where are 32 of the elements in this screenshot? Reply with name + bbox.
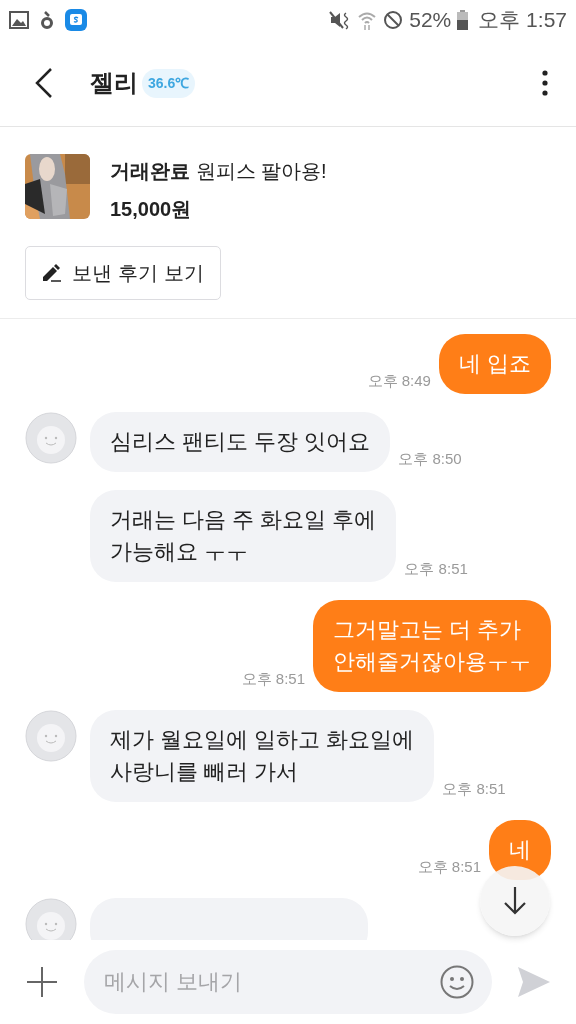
sent-message: 그거말고는 더 추가 안해줄거잖아용ㅜㅜ	[313, 600, 551, 692]
sent-message: 네 입죠	[438, 334, 551, 394]
arrow-down-icon	[503, 887, 527, 915]
do-not-disturb-icon	[383, 10, 404, 30]
received-message: 거래는 다음 주 화요일 후에 가능해요 ㅜㅜ	[90, 490, 397, 582]
emoji-icon[interactable]	[440, 965, 474, 999]
chat-app-icon	[65, 9, 87, 31]
clock: 오후 1:57	[478, 7, 567, 34]
back-icon[interactable]	[35, 68, 53, 98]
message-input[interactable]: 메시지 보내기	[84, 950, 492, 1014]
product-title: 거래완료 원피스 팔아용!	[110, 159, 327, 184]
message-time: 오후 8:49	[367, 370, 431, 391]
battery-icon	[457, 10, 469, 30]
message-time: 오후 8:50	[398, 448, 462, 469]
message-time: 오후 8:51	[241, 668, 305, 689]
temperature-badge: 36.6℃	[142, 68, 196, 98]
message-time: 오후 8:51	[442, 778, 506, 799]
chat-partner-name: 젤리	[90, 68, 138, 98]
wifi-icon	[357, 10, 378, 30]
app-icon	[41, 10, 53, 30]
pencil-icon	[42, 264, 63, 282]
received-message: 심리스 팬티도 두장 잇어요	[90, 412, 391, 472]
message-time: 오후 8:51	[404, 558, 468, 579]
received-message: 제가 월요일에 일하고 화요일에 사랑니를 빼러 가서	[90, 710, 435, 802]
image-icon	[9, 11, 29, 29]
product-price: 15,000원	[110, 197, 193, 222]
view-review-button[interactable]: 보낸 후기 보기	[25, 246, 221, 300]
battery-percent: 52%	[409, 7, 452, 34]
message-time: 오후 8:51	[417, 856, 481, 877]
plus-icon[interactable]	[26, 966, 58, 998]
scroll-down-button[interactable]	[480, 866, 550, 936]
more-icon[interactable]	[542, 70, 548, 96]
